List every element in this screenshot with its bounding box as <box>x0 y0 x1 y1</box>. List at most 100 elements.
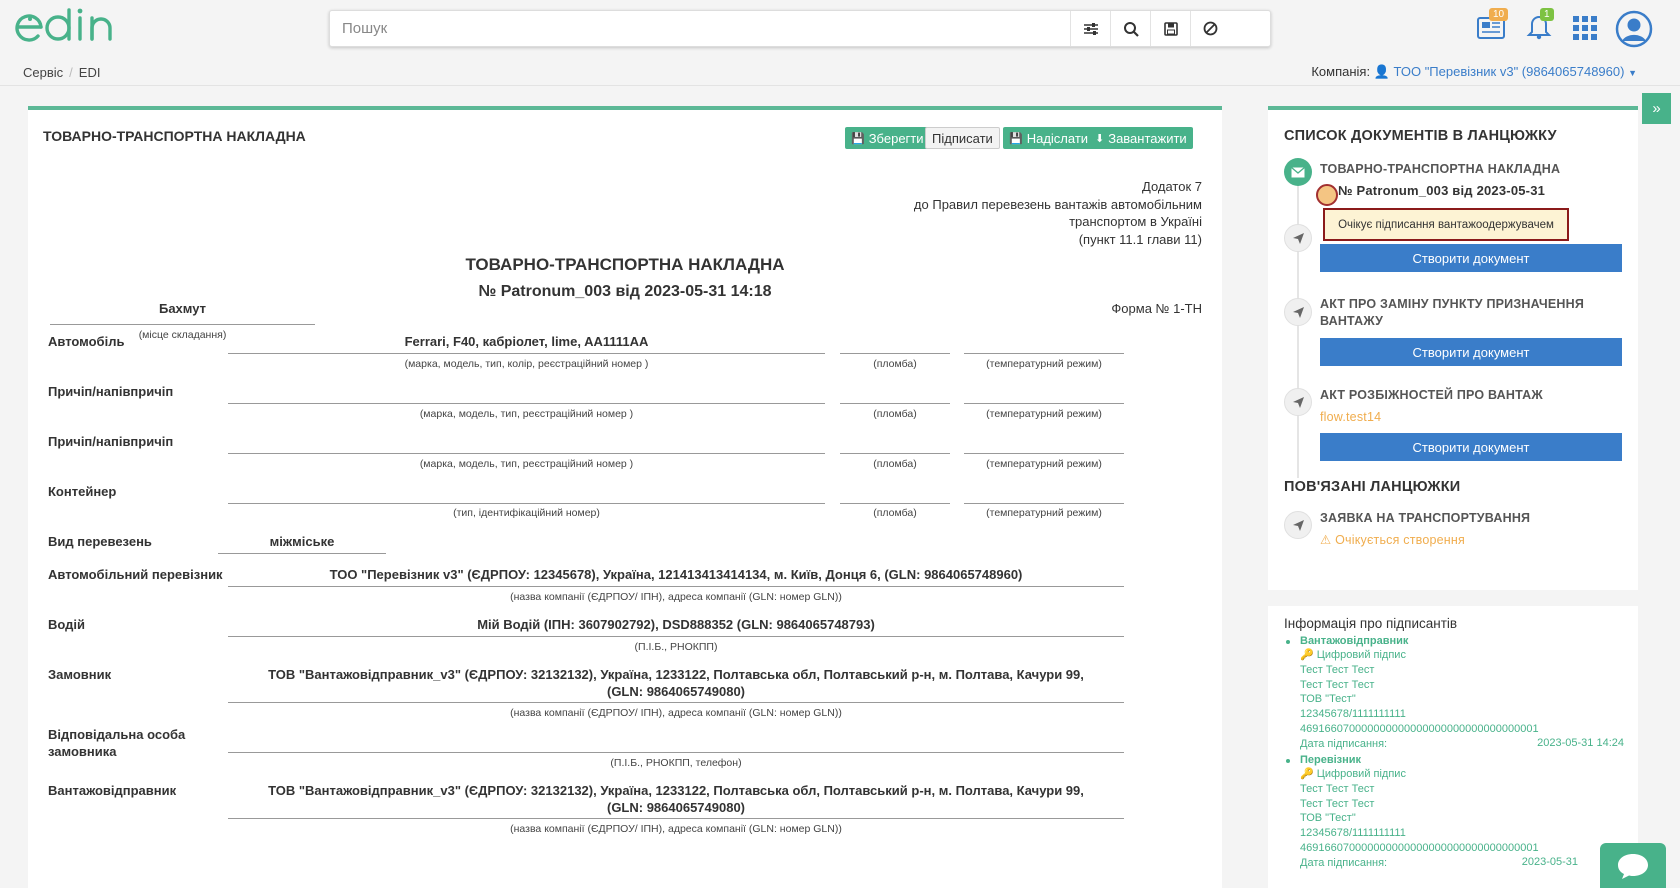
driver-value: Мій Водій (ІПН: 3607902792), DSD888352 (… <box>477 617 875 632</box>
signer-line: 12345678/1111111111 <box>1300 827 1406 839</box>
send-button[interactable]: 💾 Надіслати <box>1003 127 1095 149</box>
expand-sidebar-button[interactable]: » <box>1642 93 1671 124</box>
edin-logo[interactable]: edin <box>14 6 134 53</box>
chain-current-title[interactable]: ТОВАРНО-ТРАНСПОРТНА НАКЛАДНА <box>1320 161 1560 178</box>
create-document-button-3[interactable]: Створити документ <box>1320 433 1622 461</box>
chain-doc2-title[interactable]: АКТ ПРО ЗАМІНУ ПУНКТУ ПРИЗНАЧЕННЯ ВАНТАЖ… <box>1320 296 1620 330</box>
search-input[interactable] <box>330 11 1110 46</box>
company-selector[interactable]: Компанія: 👤 ТОО "Перевізник v3" (9864065… <box>1311 64 1637 80</box>
signer-signature-type: 🔑 Цифровий підпис <box>1300 767 1406 781</box>
save-search-button[interactable] <box>1150 11 1190 46</box>
sign-button[interactable]: Підписати <box>925 127 1000 149</box>
vehicle-label: Автомобіль <box>48 334 125 349</box>
related-chain-title[interactable]: ЗАЯВКА НА ТРАНСПОРТУВАННЯ <box>1320 510 1530 527</box>
notifications-button[interactable]: 1 <box>1525 8 1554 45</box>
company-name[interactable]: ТОО "Перевізник v3" (9864065748960) <box>1394 64 1625 79</box>
news-count-badge: 10 <box>1489 8 1509 21</box>
download-button[interactable]: ⬇ Завантажити <box>1089 127 1193 149</box>
header-divider <box>0 85 1680 86</box>
breadcrumb-edi[interactable]: EDI <box>79 65 101 80</box>
chat-bubble-icon <box>1618 853 1648 879</box>
seal-caption: (пломба) <box>873 408 917 420</box>
seal-caption: (пломба) <box>873 507 917 519</box>
double-chevron-right-icon: » <box>1652 100 1661 117</box>
carrier-label: Автомобільний перевізник <box>48 567 223 582</box>
related-status-text: Очікується створення <box>1335 533 1465 547</box>
signer-line: Тест Тест Тест <box>1300 664 1375 676</box>
notifications-count-badge: 1 <box>1540 8 1554 21</box>
timeline-line <box>1297 178 1299 478</box>
carrier-underline <box>228 586 1124 587</box>
create-document-button-2[interactable]: Створити документ <box>1320 338 1622 366</box>
save-button[interactable]: 💾 Зберегти <box>845 127 930 149</box>
signer-line: ТОВ "Тест" <box>1300 812 1356 824</box>
customer-underline <box>228 702 1124 703</box>
seal-underline <box>840 503 950 504</box>
annex-line: до Правил перевезень вантажів автомобіль… <box>913 196 1202 212</box>
document-title: ТОВАРНО-ТРАНСПОРТНА НАКЛАДНА <box>43 128 306 144</box>
chain-doc3-title[interactable]: АКТ РОЗБІЖНОСТЕЙ ПРО ВАНТАЖ <box>1320 387 1543 404</box>
search-button[interactable] <box>1110 11 1150 46</box>
seal-underline <box>840 453 950 454</box>
document-panel: ТОВАРНО-ТРАНСПОРТНА НАКЛАДНА 💾 Зберегти П… <box>28 106 1222 888</box>
responsible-person-underline <box>228 752 1124 753</box>
ban-icon <box>1203 21 1218 36</box>
vehicle-value: Ferrari, F40, кабріолет, lime, AA1111AA <box>404 334 649 349</box>
user-circle-icon <box>1615 10 1653 48</box>
filter-button[interactable] <box>1070 11 1110 46</box>
floppy-icon: 💾 <box>851 132 865 145</box>
clear-search-button[interactable] <box>1190 11 1230 46</box>
chat-button[interactable] <box>1600 843 1666 888</box>
chain-doc3-sub: flow.test14 <box>1320 410 1382 424</box>
document-chain-panel: СПИСОК ДОКУМЕНТІВ В ЛАНЦЮЖКУ ТОВАРНО-ТРА… <box>1268 106 1638 590</box>
vehicle-underline <box>228 353 825 354</box>
place-underline <box>50 324 315 325</box>
customer-value: ТОВ "Вантажовідправник_v3" (ЄДРПОУ: 3213… <box>268 667 1084 699</box>
seal-caption: (пломба) <box>873 358 917 370</box>
container-label: Контейнер <box>48 484 117 499</box>
signer-line: Тест Тест Тест <box>1300 798 1375 810</box>
paper-plane-icon <box>1284 388 1312 416</box>
user-small-icon: 👤 <box>1373 64 1390 79</box>
shipper-label: Вантажовідправник <box>48 783 177 798</box>
key-icon: 🔑 <box>1300 768 1314 780</box>
warning-icon: ⚠ <box>1320 533 1332 547</box>
transport-type-underline <box>218 553 386 554</box>
signers-title: Інформація про підписантів <box>1284 616 1458 631</box>
signer-role: Перевізник <box>1300 754 1362 766</box>
apps-grid-icon <box>1573 16 1597 40</box>
paper-plane-icon <box>1284 224 1312 252</box>
chain-current-number[interactable]: № Patronum_003 від 2023-05-31 <box>1338 182 1545 199</box>
shipper-value: ТОВ "Вантажовідправник_v3" (ЄДРПОУ: 3213… <box>268 783 1084 815</box>
related-chain-status: ⚠ Очікується створення <box>1320 532 1465 549</box>
signer-line: Тест Тест Тест <box>1300 679 1375 691</box>
seal-caption: (пломба) <box>873 458 917 470</box>
create-document-button-1[interactable]: Створити документ <box>1320 244 1622 272</box>
search-bar <box>329 10 1271 47</box>
annex-line: Додаток 7 <box>1142 179 1202 194</box>
status-indicator-circle[interactable] <box>1316 184 1338 206</box>
signer-signature-type: 🔑 Цифровий підпис <box>1300 648 1406 662</box>
floppy-icon: 💾 <box>1009 132 1023 145</box>
driver-label: Водій <box>48 617 86 632</box>
invoice-number: № Patronum_003 від 2023-05-31 14:18 <box>478 283 772 300</box>
container-underline <box>228 503 825 504</box>
breadcrumb: Сервіс / EDI <box>23 65 101 80</box>
annex-note: Додаток 7 до Правил перевезень вантажів … <box>914 178 1202 248</box>
news-button[interactable]: 10 <box>1475 8 1509 45</box>
driver-caption: (П.І.Б., РНОКПП) <box>634 641 718 653</box>
user-avatar[interactable] <box>1615 10 1653 53</box>
signer-date: 2023-05-31 <box>1521 856 1578 868</box>
paper-plane-icon <box>1284 511 1312 539</box>
customer-label: Замовник <box>48 667 112 682</box>
place-of-issue: Бахмут <box>158 301 206 316</box>
related-chains-title: ПОВ'ЯЗАНІ ЛАНЦЮЖКИ <box>1284 479 1461 495</box>
responsible-person-label: Відповідальна особа замовника <box>48 727 186 759</box>
apps-button[interactable] <box>1573 16 1597 45</box>
signer-line: 469166070000000000000000000000000000001 <box>1300 842 1539 854</box>
vehicle-caption: (марка, модель, тип, колір, реєстраційни… <box>404 358 649 370</box>
breadcrumb-service[interactable]: Сервіс <box>23 65 63 80</box>
responsible-person-caption: (П.І.Б., РНОКПП, телефон) <box>610 757 742 769</box>
envelope-icon <box>1284 158 1312 186</box>
temp-underline <box>964 503 1124 504</box>
